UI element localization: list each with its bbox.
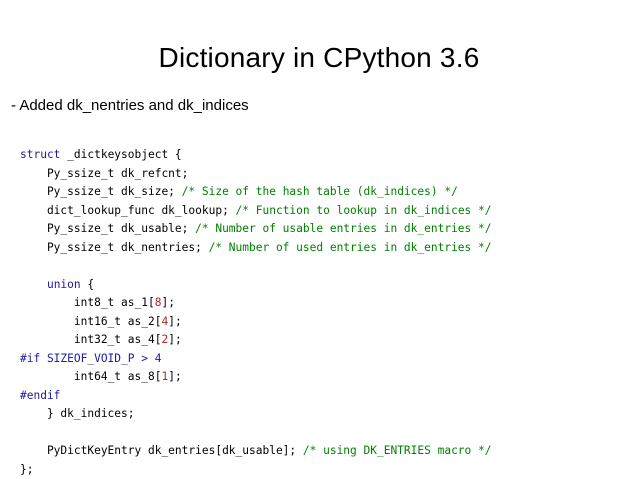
slide-subtitle: - Added dk_nentries and dk_indices [11,97,249,114]
code-token: _dictkeysobject { [60,148,182,161]
code-line: PyDictKeyEntry dk_entries[dk_usable]; /*… [20,442,492,461]
code-token: }; [20,462,34,476]
code-token: /* Size of the hash table (dk_indices) *… [181,185,458,198]
code-token: ]; [168,370,182,383]
code-token: ]; [168,333,182,346]
code-token: Py_ssize_t dk_size; [20,185,182,198]
code-token: Py_ssize_t dk_nentries; [20,240,209,254]
code-token: /* Number of usable entries in dk_entrie… [195,222,492,235]
code-token: struct [20,148,61,161]
code-token: ]; [168,314,182,328]
code-line: union { [20,276,492,295]
code-line: int16_t as_2[4]; [20,313,492,332]
code-token: union [46,277,81,291]
code-token: int16_t as_2[ [20,314,162,328]
code-line: } dk_indices; [20,405,492,424]
code-token: #if SIZEOF_VOID_P > 4 [20,351,162,365]
code-line: }; [20,461,492,479]
code-token: Py_ssize_t dk_refcnt; [20,166,189,180]
code-token: PyDictKeyEntry dk_entries[dk_usable]; [20,444,303,457]
code-line: dict_lookup_func dk_lookup; /* Function … [20,202,492,221]
code-token: /* Number of used entries in dk_entries … [208,240,492,254]
code-token: dict_lookup_func dk_lookup; [20,203,236,217]
code-token: #endif [20,388,61,402]
code-line: Py_ssize_t dk_size; /* Size of the hash … [20,183,492,202]
code-token: Py_ssize_t dk_usable; [20,222,196,235]
code-line: Py_ssize_t dk_nentries; /* Number of use… [20,239,492,258]
code-token: /* using DK_ENTRIES macro */ [302,444,492,457]
code-line: int8_t as_1[8]; [20,294,492,313]
code-token: /* Function to lookup in dk_indices */ [235,203,492,217]
code-token: int64_t as_8[ [20,370,162,383]
code-line: Py_ssize_t dk_usable; /* Number of usabl… [20,220,492,239]
code-line: int64_t as_8[1]; [20,368,492,387]
code-line: #if SIZEOF_VOID_P > 4 [20,350,492,369]
code-token: } dk_indices; [20,407,135,420]
code-line: int32_t as_4[2]; [20,331,492,350]
code-line: Py_ssize_t dk_refcnt; [20,165,492,184]
slide-title: Dictionary in CPython 3.6 [158,42,480,73]
code-token: ]; [161,296,175,309]
code-token: int32_t as_4[ [20,333,162,346]
code-token: int8_t as_1[ [20,296,155,309]
code-line: struct _dictkeysobject { [20,146,492,165]
code-token: { [80,277,95,291]
code-block: struct _dictkeysobject { Py_ssize_t dk_r… [20,146,492,479]
code-line: #endif [20,387,492,406]
